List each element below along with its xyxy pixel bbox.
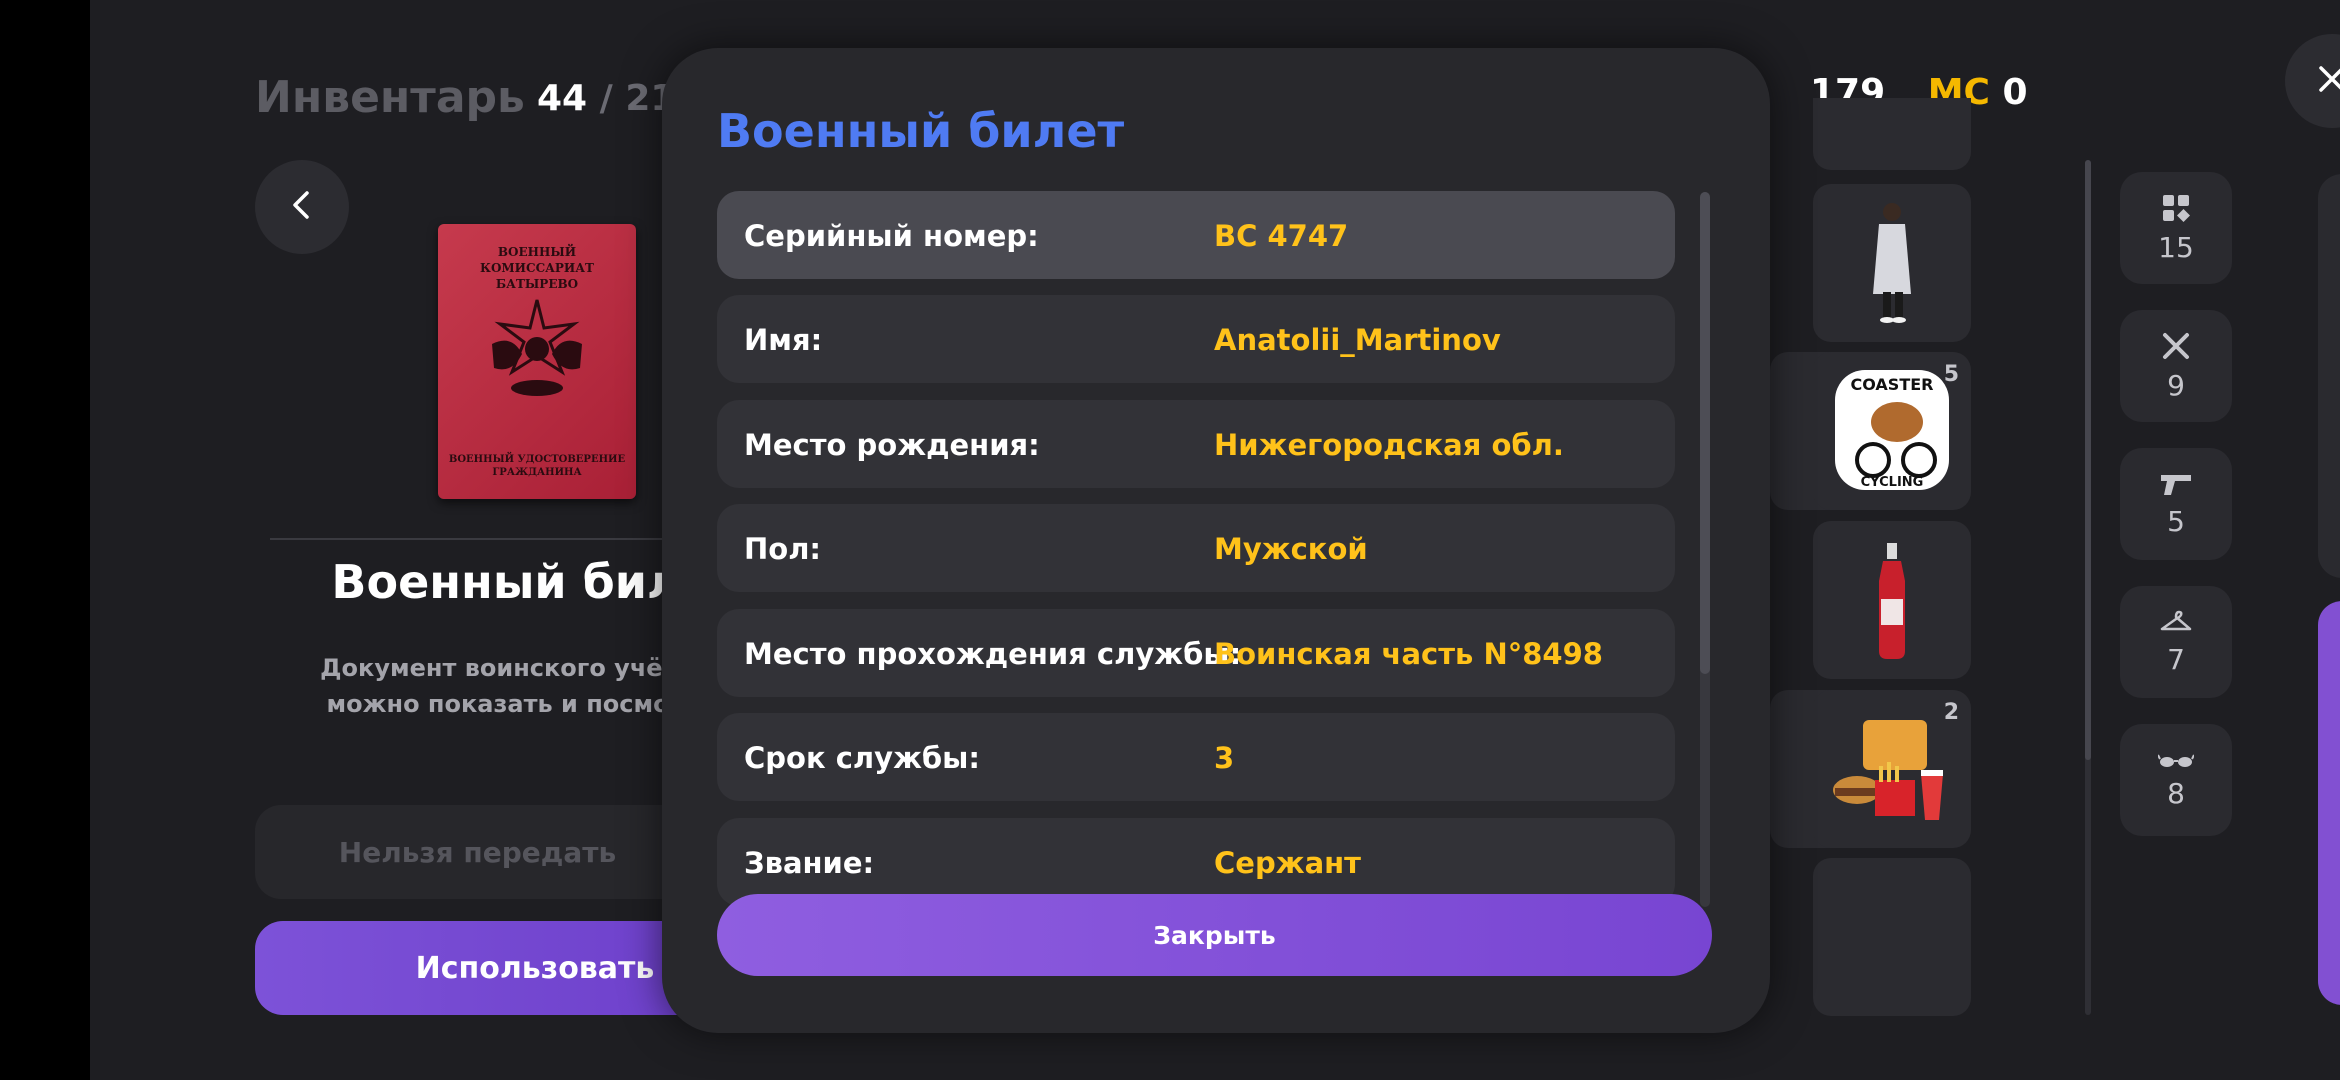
- no-transfer-button: Нельзя передать: [255, 805, 700, 899]
- field-label: Серийный номер:: [744, 219, 1039, 253]
- grid-scrollbar[interactable]: [2085, 160, 2091, 1015]
- dialog-title: Военный билет: [717, 104, 1125, 158]
- category-count: 5: [2167, 504, 2185, 538]
- field-row-birthplace: Место рождения: Нижегородская обл.: [717, 400, 1675, 488]
- backpack-tab[interactable]: [2318, 601, 2340, 1005]
- grid-icon: [2161, 193, 2191, 227]
- inventory-cell[interactable]: 2: [1813, 690, 1971, 848]
- item-quantity: 5: [1943, 362, 1959, 387]
- close-inventory-button[interactable]: [2285, 34, 2340, 128]
- field-value: 3: [1214, 741, 1235, 775]
- field-value: Anatolii_Martinov: [1214, 323, 1501, 357]
- mc-value: 0: [2002, 72, 2028, 113]
- inventory-cell-empty[interactable]: [1813, 858, 1971, 1016]
- svg-text:COASTER: COASTER: [1851, 375, 1934, 394]
- category-all[interactable]: 15: [2120, 172, 2232, 284]
- pistol-icon: [2159, 471, 2193, 501]
- category-count: 8: [2167, 776, 2185, 810]
- category-count: 7: [2167, 642, 2185, 676]
- back-button[interactable]: [255, 160, 349, 254]
- inventory-cell[interactable]: [1813, 184, 1971, 342]
- passport-bottom-text: ВОЕННЫЙ УДОСТОВЕРЕНИЕ ГРАЖДАНИНА: [448, 454, 626, 478]
- field-label: Пол:: [744, 532, 822, 566]
- field-value: Воинская часть N°8498: [1214, 637, 1603, 671]
- field-row-service-place: Место прохождения службы: Воинская часть…: [717, 609, 1675, 697]
- field-value: Мужской: [1214, 532, 1368, 566]
- inventory-count-separator: /: [599, 78, 613, 119]
- dialog-scrollbar-thumb[interactable]: [1700, 192, 1710, 674]
- military-id-image: ВОЕННЫЙ КОМИССАРИАТ БАТЫРЕВО ВОЕННЫЙ УДО…: [438, 224, 636, 499]
- grid-scrollbar-thumb[interactable]: [2085, 160, 2091, 760]
- glasses-icon: [2157, 751, 2195, 773]
- field-label: Место прохождения службы:: [744, 637, 1242, 671]
- field-label: Имя:: [744, 323, 823, 357]
- field-value: Сержант: [1214, 846, 1361, 880]
- field-row-serial: Серийный номер: BC 4747: [717, 191, 1675, 279]
- dialog-scrollbar[interactable]: [1700, 192, 1710, 907]
- document-dialog: Военный билет Серийный номер: BC 4747 Им…: [662, 48, 1770, 1033]
- red-bottle-icon: [1879, 543, 1905, 659]
- item-quantity: 2: [1943, 700, 1959, 725]
- category-accessories[interactable]: 8: [2120, 724, 2232, 836]
- field-label: Звание:: [744, 846, 875, 880]
- category-clothes[interactable]: 7: [2120, 586, 2232, 698]
- category-food[interactable]: 9: [2120, 310, 2232, 422]
- coat-person-icon: [1873, 203, 1911, 323]
- close-icon: [2316, 63, 2340, 99]
- field-value: BC 4747: [1214, 219, 1349, 253]
- field-row-rank: Звание: Сержант: [717, 818, 1675, 906]
- character-tab[interactable]: [2318, 174, 2340, 578]
- field-value: Нижегородская обл.: [1214, 428, 1564, 462]
- category-weapons[interactable]: 5: [2120, 448, 2232, 560]
- inventory-cell[interactable]: [1813, 98, 1971, 170]
- passport-top-text: ВОЕННЫЙ КОМИССАРИАТ БАТЫРЕВО: [480, 245, 594, 291]
- inventory-title: Инвентарь: [255, 72, 525, 123]
- field-row-gender: Пол: Мужской: [717, 504, 1675, 592]
- field-row-service-term: Срок службы: 3: [717, 713, 1675, 801]
- document-fields-list[interactable]: Серийный номер: BC 4747 Имя: Anatolii_Ma…: [717, 191, 1677, 908]
- fork-knife-icon: [2161, 331, 2191, 365]
- hanger-icon: [2159, 609, 2193, 639]
- inventory-cell[interactable]: [1813, 521, 1971, 679]
- field-label: Срок службы:: [744, 741, 981, 775]
- dialog-close-button[interactable]: Закрыть: [717, 894, 1712, 976]
- inventory-cell[interactable]: 5 COASTER CYCLING: [1813, 352, 1971, 510]
- field-row-name: Имя: Anatolii_Martinov: [717, 295, 1675, 383]
- inventory-count-current: 44: [537, 78, 588, 119]
- category-count: 9: [2167, 368, 2185, 402]
- chevron-left-icon: [285, 188, 319, 226]
- eagle-emblem-icon: [492, 299, 582, 396]
- field-label: Место рождения:: [744, 428, 1040, 462]
- svg-text:CYCLING: CYCLING: [1861, 475, 1924, 490]
- category-count: 15: [2158, 230, 2194, 264]
